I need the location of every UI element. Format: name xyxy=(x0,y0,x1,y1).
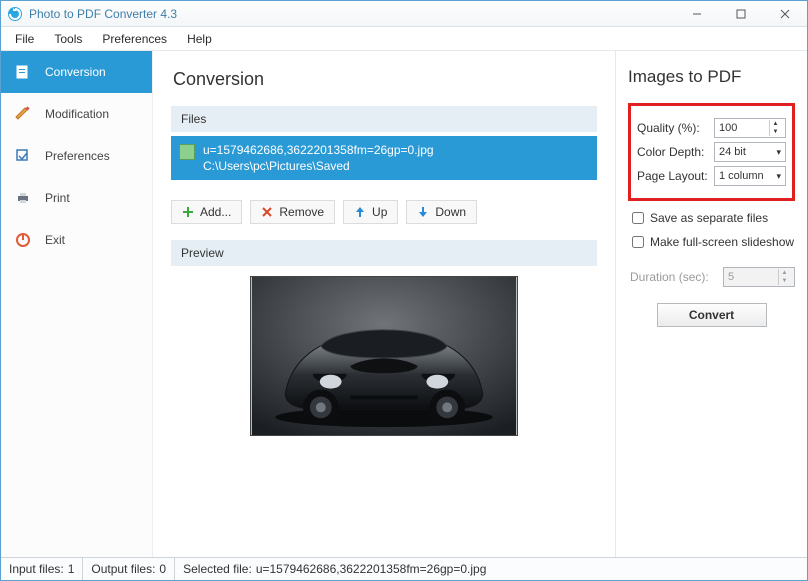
conversion-icon xyxy=(15,64,31,80)
app-title: Photo to PDF Converter 4.3 xyxy=(29,7,675,21)
menu-bar: File Tools Preferences Help xyxy=(1,27,807,51)
menu-help[interactable]: Help xyxy=(179,29,220,49)
menu-preferences[interactable]: Preferences xyxy=(94,29,175,49)
duration-value: 5 xyxy=(728,271,734,283)
slideshow-input[interactable] xyxy=(632,236,644,248)
file-path: C:\Users\pc\Pictures\Saved xyxy=(203,158,434,174)
page-layout-value: 1 column xyxy=(719,170,764,182)
print-icon xyxy=(15,190,31,206)
color-depth-select[interactable]: 24 bit ▾ xyxy=(714,142,786,162)
add-label: Add... xyxy=(200,205,231,219)
page-layout-select[interactable]: 1 column ▾ xyxy=(714,166,786,186)
preview-box xyxy=(171,266,597,436)
status-selected-file: Selected file: u=1579462686,3622201358fm… xyxy=(175,558,807,580)
remove-icon xyxy=(261,206,273,218)
convert-button[interactable]: Convert xyxy=(657,303,767,327)
status-selected-label: Selected file: xyxy=(183,562,252,576)
window-controls xyxy=(675,1,807,27)
status-input-value: 1 xyxy=(68,562,75,576)
sidebar-item-exit[interactable]: Exit xyxy=(1,219,152,261)
spinner-buttons-icon: ▲▼ xyxy=(769,120,781,136)
menu-file[interactable]: File xyxy=(7,29,42,49)
file-list: u=1579462686,3622201358fm=26gp=0.jpg C:\… xyxy=(171,136,597,180)
preview-header: Preview xyxy=(171,240,597,266)
minimize-button[interactable] xyxy=(675,1,719,27)
plus-icon xyxy=(182,206,194,218)
menu-tools[interactable]: Tools xyxy=(46,29,90,49)
quality-label: Quality (%): xyxy=(637,121,700,135)
sidebar-item-preferences[interactable]: Preferences xyxy=(1,135,152,177)
arrow-up-icon xyxy=(354,206,366,218)
quality-input[interactable]: 100 ▲▼ xyxy=(714,118,786,138)
save-separate-input[interactable] xyxy=(632,212,644,224)
sidebar-item-label: Exit xyxy=(45,233,65,247)
files-header: Files xyxy=(171,106,597,132)
status-selected-value: u=1579462686,3622201358fm=26gp=0.jpg xyxy=(256,562,487,576)
up-button[interactable]: Up xyxy=(343,200,398,224)
status-input-files: Input files: 1 xyxy=(1,558,83,580)
save-separate-label: Save as separate files xyxy=(650,211,768,225)
page-layout-label: Page Layout: xyxy=(637,169,708,183)
file-thumb-icon xyxy=(179,144,195,160)
down-label: Down xyxy=(435,205,466,219)
sidebar-item-conversion[interactable]: Conversion xyxy=(1,51,152,93)
duration-label: Duration (sec): xyxy=(630,270,709,284)
quality-row: Quality (%): 100 ▲▼ xyxy=(637,118,786,138)
app-icon xyxy=(7,6,23,22)
convert-label: Convert xyxy=(689,308,734,322)
save-separate-checkbox[interactable]: Save as separate files xyxy=(632,211,795,225)
preview-image xyxy=(250,276,518,436)
status-output-files: Output files: 0 xyxy=(83,558,175,580)
duration-row: Duration (sec): 5 ▲▼ xyxy=(630,267,795,287)
slideshow-label: Make full-screen slideshow xyxy=(650,235,794,249)
minimize-icon xyxy=(692,9,702,19)
color-depth-label: Color Depth: xyxy=(637,145,704,159)
remove-button[interactable]: Remove xyxy=(250,200,335,224)
maximize-button[interactable] xyxy=(719,1,763,27)
slideshow-checkbox[interactable]: Make full-screen slideshow xyxy=(632,235,795,249)
quality-value: 100 xyxy=(719,122,737,134)
file-toolbar: Add... Remove Up Down xyxy=(171,200,597,224)
modification-icon xyxy=(15,106,31,122)
right-panel-title: Images to PDF xyxy=(628,67,795,87)
spinner-buttons-icon: ▲▼ xyxy=(778,269,790,285)
maximize-icon xyxy=(736,9,746,19)
sidebar-item-modification[interactable]: Modification xyxy=(1,93,152,135)
sidebar: Conversion Modification Preferences Prin… xyxy=(1,51,153,557)
file-lines: u=1579462686,3622201358fm=26gp=0.jpg C:\… xyxy=(203,142,434,174)
sidebar-item-label: Conversion xyxy=(45,65,106,79)
status-output-value: 0 xyxy=(159,562,166,576)
exit-icon xyxy=(15,232,31,248)
color-depth-value: 24 bit xyxy=(719,146,746,158)
remove-label: Remove xyxy=(279,205,324,219)
app-window: Photo to PDF Converter 4.3 File Tools Pr… xyxy=(0,0,808,581)
status-output-label: Output files: xyxy=(91,562,155,576)
main-panel: Conversion Files u=1579462686,3622201358… xyxy=(153,51,615,557)
title-bar: Photo to PDF Converter 4.3 xyxy=(1,1,807,27)
page-title: Conversion xyxy=(173,69,597,90)
color-depth-row: Color Depth: 24 bit ▾ xyxy=(637,142,786,162)
sidebar-item-label: Modification xyxy=(45,107,109,121)
status-input-label: Input files: xyxy=(9,562,64,576)
arrow-down-icon xyxy=(417,206,429,218)
add-button[interactable]: Add... xyxy=(171,200,242,224)
right-panel: Images to PDF Quality (%): 100 ▲▼ Color … xyxy=(615,51,807,557)
file-name: u=1579462686,3622201358fm=26gp=0.jpg xyxy=(203,142,434,158)
status-bar: Input files: 1 Output files: 0 Selected … xyxy=(1,558,807,580)
sidebar-item-label: Preferences xyxy=(45,149,110,163)
down-button[interactable]: Down xyxy=(406,200,477,224)
highlighted-options: Quality (%): 100 ▲▼ Color Depth: 24 bit … xyxy=(628,103,795,201)
body: Conversion Modification Preferences Prin… xyxy=(1,51,807,558)
file-list-item[interactable]: u=1579462686,3622201358fm=26gp=0.jpg C:\… xyxy=(171,136,597,180)
page-layout-row: Page Layout: 1 column ▾ xyxy=(637,166,786,186)
preferences-icon xyxy=(15,148,31,164)
duration-input: 5 ▲▼ xyxy=(723,267,795,287)
up-label: Up xyxy=(372,205,387,219)
close-icon xyxy=(780,9,790,19)
sidebar-item-print[interactable]: Print xyxy=(1,177,152,219)
sidebar-item-label: Print xyxy=(45,191,70,205)
close-button[interactable] xyxy=(763,1,807,27)
